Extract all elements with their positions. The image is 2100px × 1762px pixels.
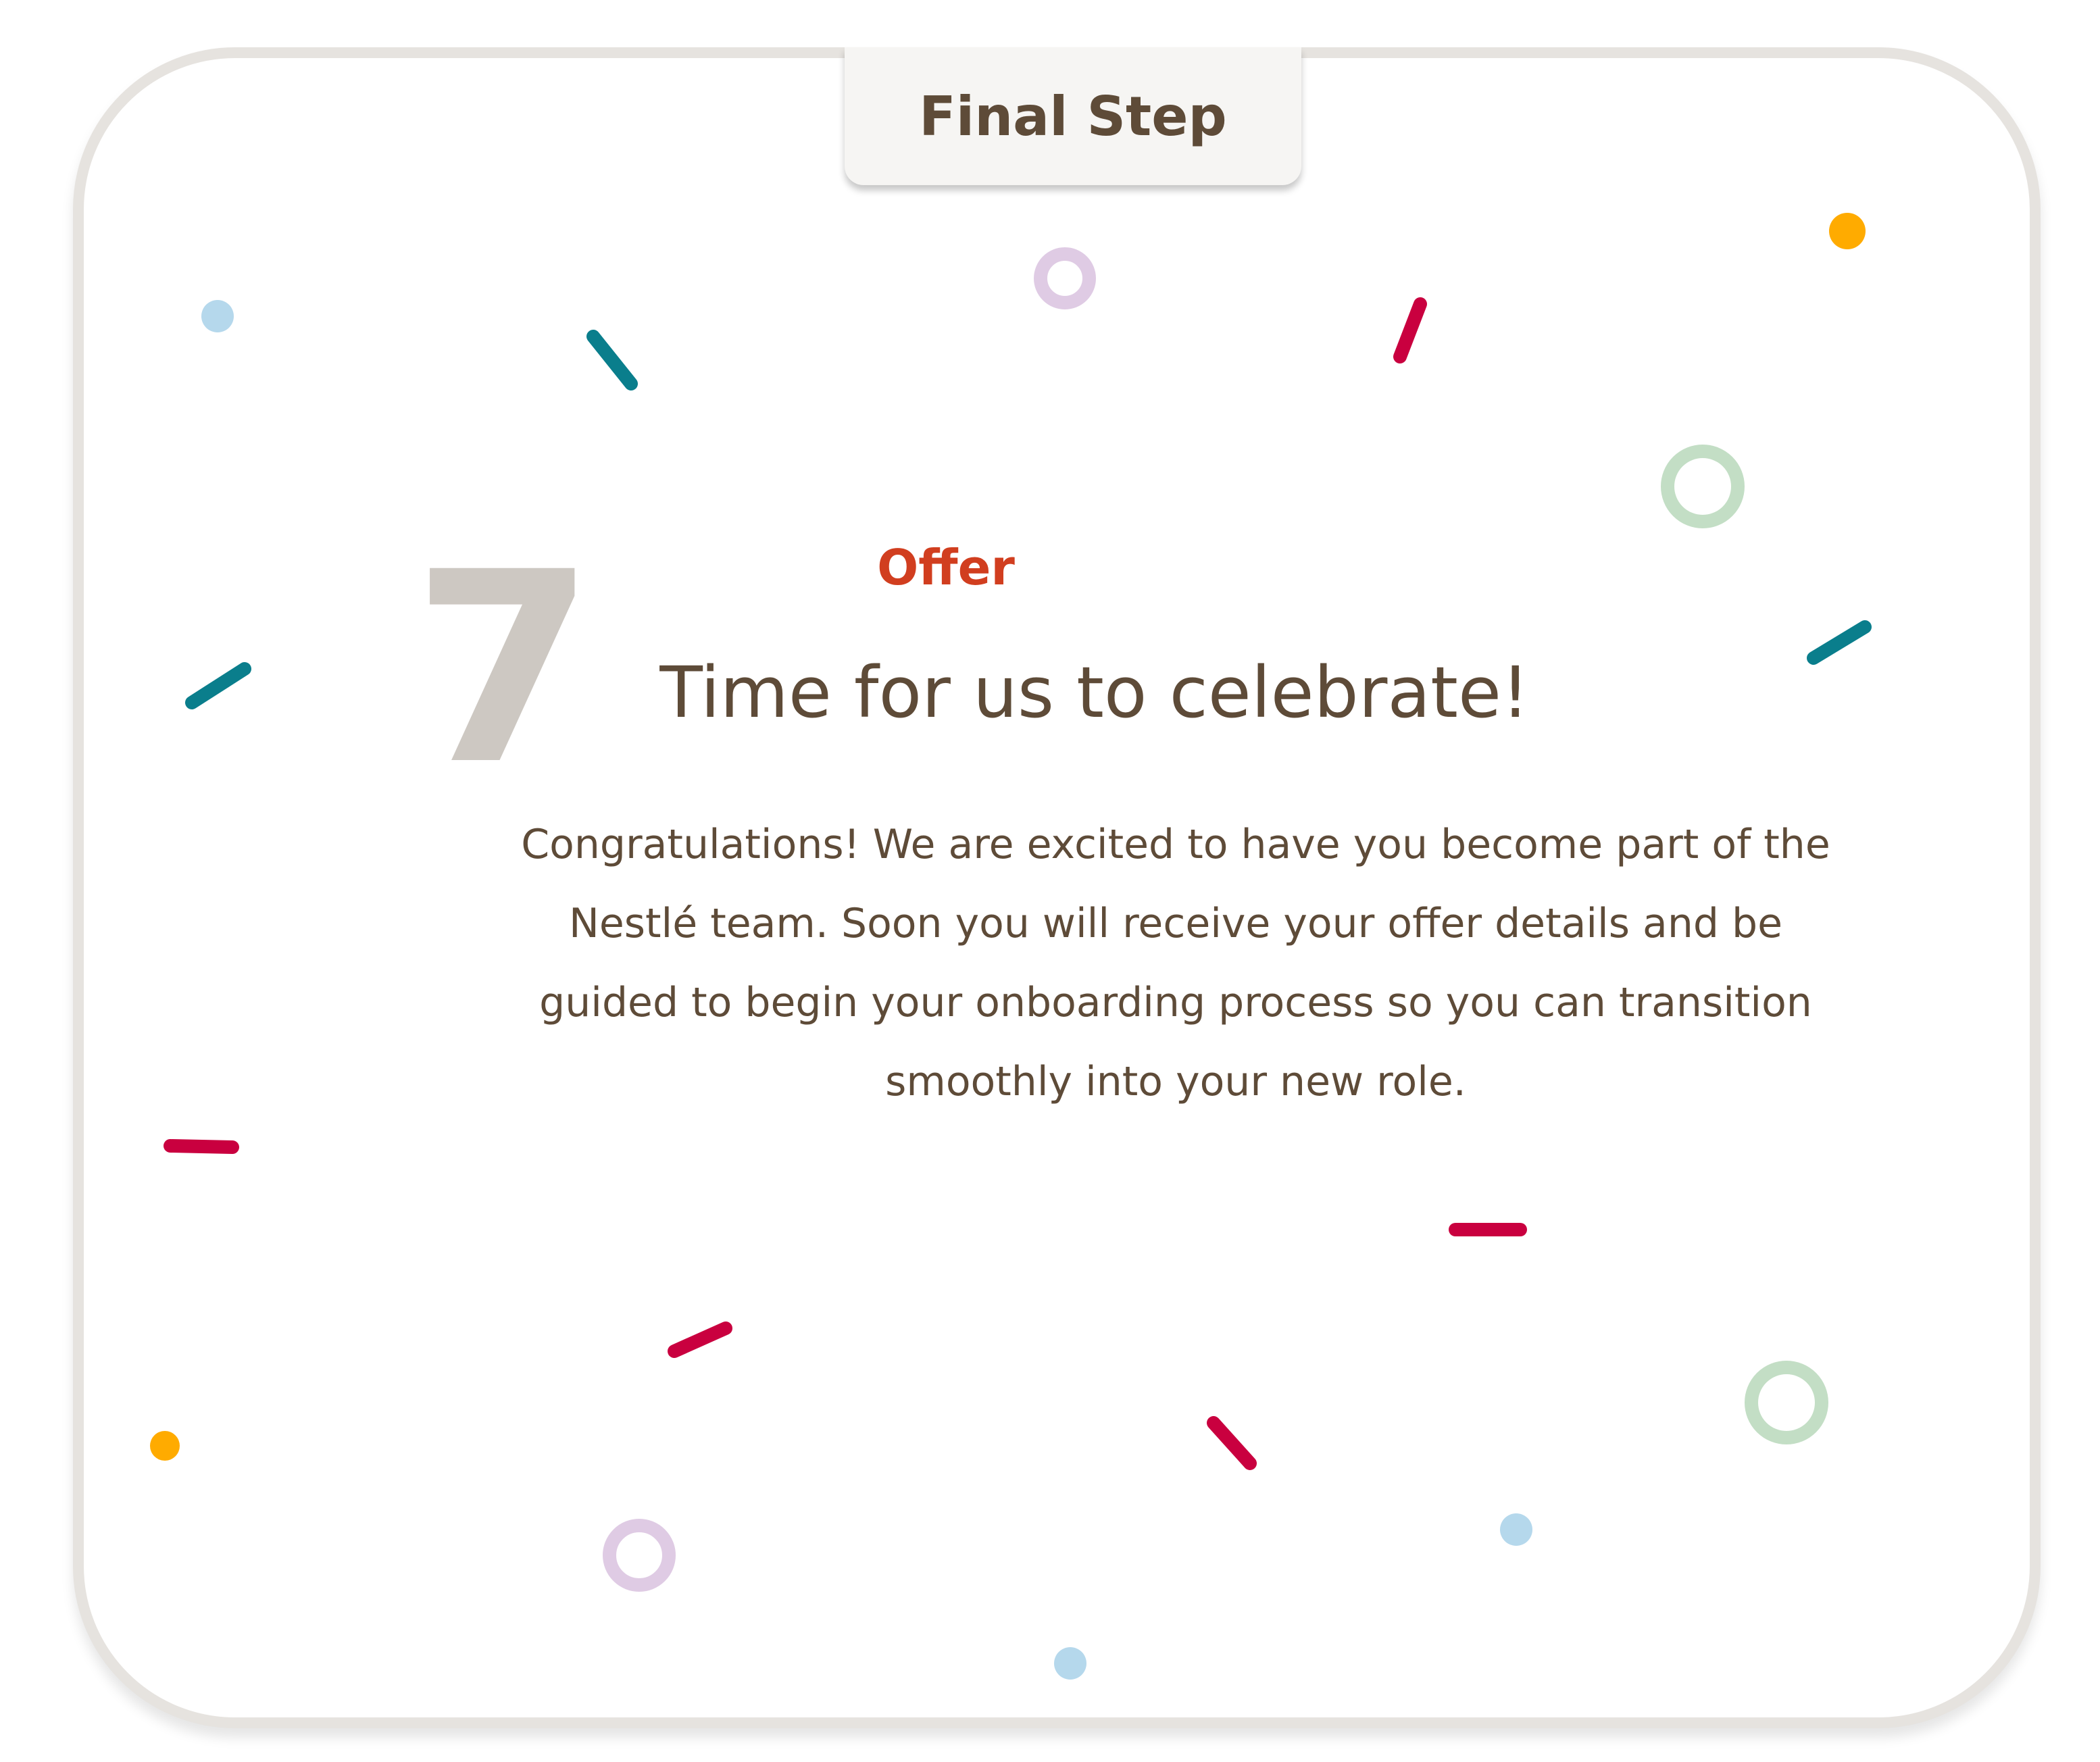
step-tab: Final Step (845, 47, 1301, 185)
section-label: Offer (877, 539, 1015, 596)
headline: Time for us to celebrate! (659, 651, 1530, 734)
body-copy: Congratulations! We are excited to have … (521, 821, 1830, 1105)
step-tab-label: Final Step (919, 84, 1227, 148)
